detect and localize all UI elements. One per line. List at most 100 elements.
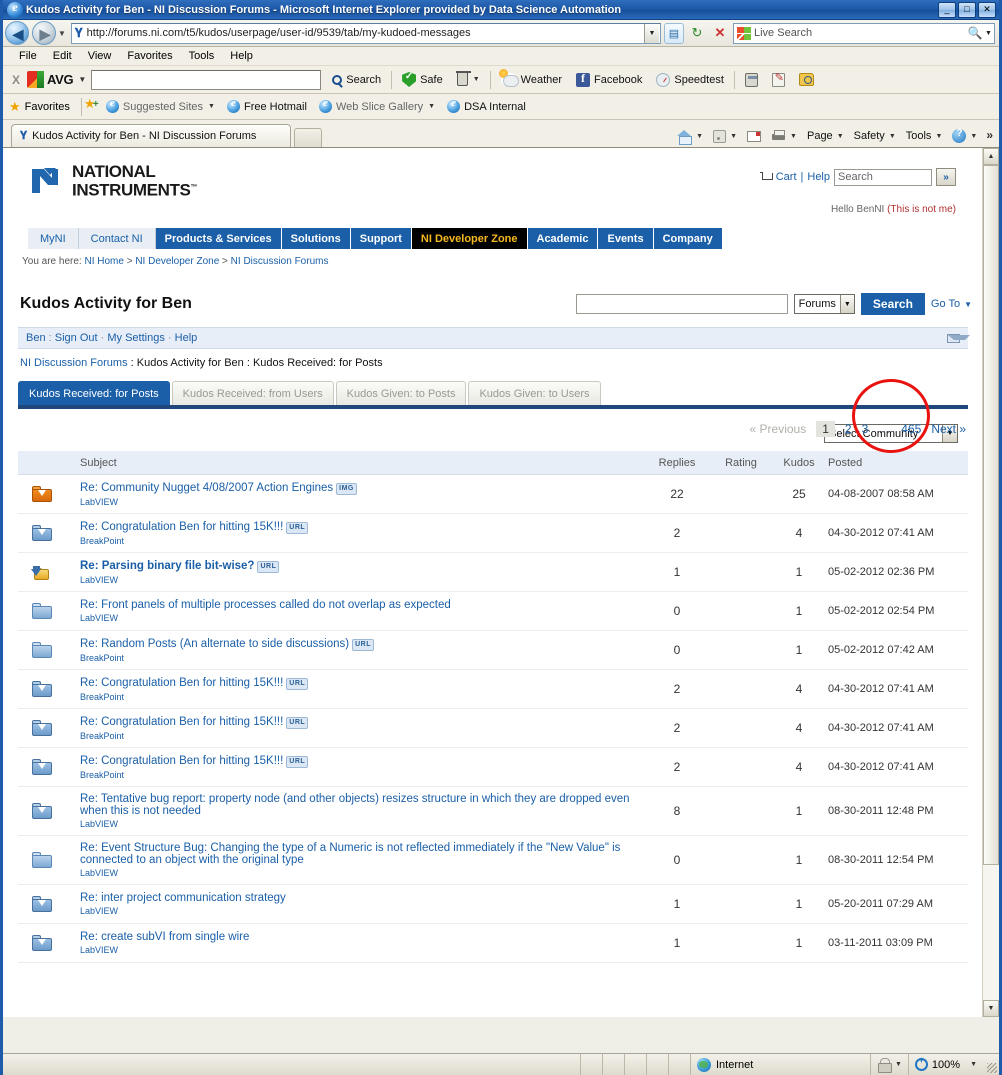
forum-search-button[interactable]: Search: [860, 293, 925, 315]
row-subject-link[interactable]: Re: Parsing binary file bit-wise?: [80, 560, 254, 572]
chevron-down-icon[interactable]: ▼: [428, 103, 435, 110]
favorite-web-slice-gallery[interactable]: Web Slice Gallery ▼: [313, 97, 441, 115]
row-subject-link[interactable]: Re: Tentative bug report: property node …: [80, 793, 630, 817]
nav-item-support[interactable]: Support: [350, 228, 412, 249]
table-row[interactable]: Re: Front panels of multiple processes c…: [18, 592, 968, 631]
row-subject-link[interactable]: Re: create subVI from single wire: [80, 931, 249, 943]
nav-item-company[interactable]: Company: [653, 228, 723, 249]
avg-calculator-button[interactable]: [738, 71, 765, 89]
chevron-down-icon[interactable]: ▼: [970, 1061, 977, 1068]
row-board-link[interactable]: BreakPoint: [80, 692, 632, 702]
row-subject-link[interactable]: Re: Front panels of multiple processes c…: [80, 599, 451, 611]
forum-search-input[interactable]: [575, 294, 788, 314]
row-subject-link[interactable]: Re: Congratulation Ben for hitting 15K!!…: [80, 755, 283, 767]
avg-facebook-button[interactable]: Facebook: [569, 71, 649, 89]
stop-icon[interactable]: ✕: [710, 23, 730, 44]
avg-close-icon[interactable]: X: [7, 73, 25, 87]
table-row[interactable]: Re: Congratulation Ben for hitting 15K!!…: [18, 709, 968, 748]
row-board-link[interactable]: LabVIEW: [80, 945, 632, 955]
favorite-free-hotmail[interactable]: Free Hotmail: [221, 97, 313, 115]
browser-tab-kudos-activity[interactable]: 𝐘 Kudos Activity for Ben - NI Discussion…: [11, 124, 291, 147]
avg-file-search-button[interactable]: [792, 71, 821, 88]
row-board-link[interactable]: BreakPoint: [80, 731, 632, 741]
chevron-down-icon[interactable]: ▼: [970, 133, 977, 140]
url-bar[interactable]: 𝐘 http://forums.ni.com/t5/kudos/userpage…: [70, 22, 661, 44]
menu-item-tools[interactable]: Tools: [181, 49, 223, 63]
ni-logo[interactable]: NATIONAL INSTRUMENTS™: [30, 163, 197, 199]
row-subject-link[interactable]: Re: Community Nugget 4/08/2007 Action En…: [80, 482, 333, 494]
table-row[interactable]: Re: inter project communication strategy…: [18, 885, 968, 924]
help-link[interactable]: Help: [807, 171, 830, 183]
refresh-icon[interactable]: ↻: [687, 23, 707, 44]
maximize-button[interactable]: □: [958, 1, 976, 18]
close-button[interactable]: ✕: [978, 1, 996, 18]
avg-weather-button[interactable]: Weather: [494, 69, 569, 88]
user-link-my-settings[interactable]: My Settings: [107, 332, 164, 344]
table-header-rating[interactable]: Rating: [712, 457, 770, 469]
security-zone[interactable]: Internet: [691, 1054, 871, 1075]
ni-search-input[interactable]: Search: [834, 168, 932, 186]
protected-mode-indicator[interactable]: ▼: [871, 1054, 909, 1075]
avg-shredder-button[interactable]: ▼: [450, 71, 487, 88]
browser-search-box[interactable]: Live Search 🔍 ▼: [733, 22, 995, 44]
page-breadcrumb-root[interactable]: NI Discussion Forums: [20, 357, 128, 369]
chevron-down-icon[interactable]: ▼: [895, 1061, 902, 1068]
table-row[interactable]: Re: Random Posts (An alternate to side d…: [18, 631, 968, 670]
compatibility-view-icon[interactable]: ▤: [664, 22, 684, 44]
home-button[interactable]: ▼: [672, 128, 708, 145]
page-menu-button[interactable]: Page ▼: [802, 128, 849, 144]
scroll-up-button[interactable]: ▲: [983, 148, 999, 165]
favorite-suggested-sites[interactable]: Suggested Sites ▼: [100, 97, 221, 115]
row-board-link[interactable]: LabVIEW: [80, 497, 632, 507]
help-menu-button[interactable]: ▼: [947, 127, 982, 145]
row-subject-link[interactable]: Re: Random Posts (An alternate to side d…: [80, 638, 349, 650]
nav-item-academic[interactable]: Academic: [527, 228, 599, 249]
menu-item-help[interactable]: Help: [222, 49, 261, 63]
row-board-link[interactable]: LabVIEW: [80, 819, 632, 829]
table-row[interactable]: Re: Event Structure Bug: Changing the ty…: [18, 836, 968, 885]
chevron-down-icon[interactable]: ▼: [964, 300, 972, 309]
page-link-1[interactable]: 1: [816, 421, 835, 437]
go-to-menu[interactable]: Go To ▼: [931, 298, 972, 310]
not-me-link[interactable]: (This is not me): [887, 204, 956, 215]
chevron-down-icon[interactable]: ▼: [208, 103, 215, 110]
recent-pages-chevron-down-icon[interactable]: ▼: [58, 29, 66, 38]
breadcrumb-ni-developer-zone[interactable]: NI Developer Zone: [135, 256, 219, 267]
table-header-replies[interactable]: Replies: [642, 457, 712, 469]
table-row[interactable]: Re: Parsing binary file bit-wise? URL LabV…: [18, 553, 968, 592]
favorites-label[interactable]: Favorites: [25, 101, 70, 113]
nav-item-solutions[interactable]: Solutions: [281, 228, 351, 249]
minimize-button[interactable]: _: [938, 1, 956, 18]
page-link-2[interactable]: 2: [845, 422, 852, 436]
favorite-dsa-internal[interactable]: DSA Internal: [441, 97, 532, 115]
forum-search-scope-select[interactable]: Forums ▼: [793, 294, 855, 314]
table-row[interactable]: Re: Congratulation Ben for hitting 15K!!…: [18, 514, 968, 553]
chevron-down-icon[interactable]: ▼: [790, 133, 797, 140]
chevron-down-icon[interactable]: ▼: [839, 295, 854, 313]
page-scrollbar[interactable]: ▲ ▼: [982, 148, 999, 1017]
avg-search-button[interactable]: Search: [325, 72, 388, 88]
user-link-help[interactable]: Help: [175, 332, 198, 344]
nav-item-myni[interactable]: MyNI: [28, 228, 79, 249]
row-board-link[interactable]: LabVIEW: [80, 613, 632, 623]
ni-search-go-button[interactable]: »: [936, 168, 956, 186]
row-subject-link[interactable]: Re: Congratulation Ben for hitting 15K!!…: [80, 677, 283, 689]
feeds-button[interactable]: ▼: [708, 128, 742, 145]
menu-item-edit[interactable]: Edit: [45, 49, 80, 63]
avg-speedtest-button[interactable]: Speedtest: [649, 71, 731, 89]
chevron-down-icon[interactable]: ▼: [935, 133, 942, 140]
search-provider-chevron-down-icon[interactable]: ▼: [984, 30, 993, 37]
breadcrumb-ni-discussion-forums[interactable]: NI Discussion Forums: [231, 256, 329, 267]
row-subject-link[interactable]: Re: inter project communication strategy: [80, 892, 286, 904]
menu-item-file[interactable]: File: [11, 49, 45, 63]
table-header-kudos[interactable]: Kudos: [770, 457, 828, 469]
table-row[interactable]: Re: Congratulation Ben for hitting 15K!!…: [18, 748, 968, 787]
nav-item-contact-ni[interactable]: Contact NI: [78, 228, 156, 249]
scroll-down-button[interactable]: ▼: [983, 1000, 999, 1017]
chevron-down-icon[interactable]: ▼: [473, 76, 480, 83]
more-commands-icon[interactable]: »: [982, 128, 995, 144]
breadcrumb-ni-home[interactable]: NI Home: [84, 256, 123, 267]
envelope-icon[interactable]: [947, 333, 970, 343]
print-button[interactable]: ▼: [766, 128, 802, 144]
chevron-down-icon[interactable]: ▼: [889, 133, 896, 140]
